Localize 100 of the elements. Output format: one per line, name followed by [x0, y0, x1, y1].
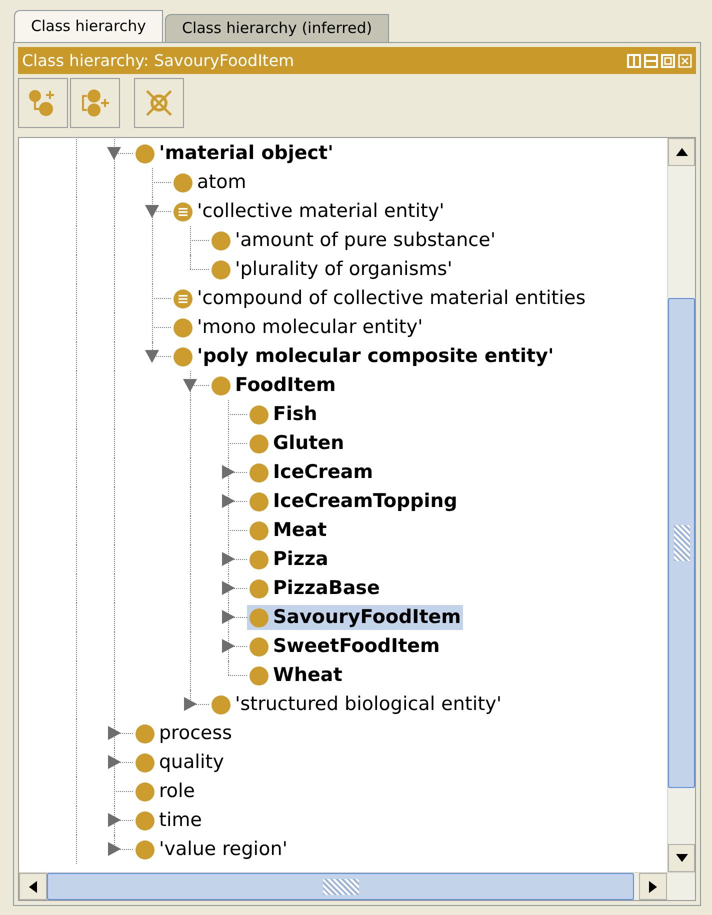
class-icon: [173, 172, 193, 192]
tree-item[interactable]: 'value region': [133, 837, 290, 862]
class-icon: [249, 636, 269, 656]
tree-item[interactable]: Fish: [247, 402, 320, 427]
class-icon: [249, 578, 269, 598]
collapse-triangle-icon[interactable]: [106, 145, 122, 161]
class-icon: [249, 608, 269, 628]
class-label: PizzaBase: [273, 579, 380, 598]
class-label: 'value region': [159, 840, 288, 859]
tree-item[interactable]: Meat: [247, 518, 329, 543]
tree-item[interactable]: quality: [133, 750, 226, 775]
expand-triangle-icon[interactable]: [220, 638, 236, 654]
tree-item[interactable]: role: [133, 779, 197, 804]
scroll-down-button[interactable]: [668, 844, 695, 872]
scroll-right-button[interactable]: [639, 873, 667, 900]
class-label: Wheat: [273, 666, 342, 685]
expand-triangle-icon[interactable]: [106, 812, 122, 828]
class-icon: [135, 782, 155, 802]
expand-triangle-icon[interactable]: [182, 696, 198, 712]
class-label: 'amount of pure substance': [235, 231, 496, 250]
tree-item[interactable]: 'mono molecular entity': [171, 315, 425, 340]
class-icon: [135, 752, 155, 772]
class-icon: [135, 840, 155, 860]
close-icon[interactable]: [678, 54, 692, 68]
tree-item[interactable]: 'amount of pure substance': [209, 228, 498, 253]
class-icon: [249, 492, 269, 512]
add-sibling-icon: [80, 88, 110, 118]
tree-item[interactable]: FoodItem: [209, 373, 338, 398]
class-icon: [135, 724, 155, 744]
tree-item[interactable]: PizzaBase: [247, 576, 382, 601]
expand-triangle-icon[interactable]: [220, 551, 236, 567]
class-label: FoodItem: [235, 376, 336, 395]
collapse-triangle-icon[interactable]: [144, 348, 160, 364]
tree-item[interactable]: SavouryFoodItem: [247, 605, 463, 630]
class-label: atom: [197, 173, 246, 192]
class-label: 'plurality of organisms': [235, 260, 452, 279]
panel-title: Class hierarchy: SavouryFoodItem: [22, 50, 296, 72]
left-arrow-icon: [29, 880, 37, 892]
split-view-icon[interactable]: [627, 54, 641, 68]
collapse-triangle-icon[interactable]: [144, 203, 160, 219]
expand-triangle-icon[interactable]: [106, 841, 122, 857]
expand-triangle-icon[interactable]: [106, 725, 122, 741]
tree-item[interactable]: SweetFoodItem: [247, 634, 442, 659]
class-icon: [211, 376, 231, 396]
scroll-thumb[interactable]: [47, 873, 634, 900]
class-label: role: [159, 782, 195, 801]
tree-item[interactable]: 'compound of collective material entities: [171, 286, 588, 311]
expand-triangle-icon[interactable]: [106, 754, 122, 770]
class-label: quality: [159, 753, 224, 772]
class-icon: [173, 346, 193, 366]
class-label: SavouryFoodItem: [273, 608, 461, 627]
delete-icon: [144, 88, 174, 118]
down-arrow-icon: [676, 854, 688, 862]
tree-item[interactable]: 'material object': [133, 141, 336, 166]
tab[interactable]: Class hierarchy (inferred): [164, 14, 390, 42]
tab[interactable]: Class hierarchy: [14, 10, 163, 42]
tree-item[interactable]: atom: [171, 170, 248, 195]
expand-triangle-icon[interactable]: [220, 580, 236, 596]
tree-item[interactable]: 'collective material entity': [171, 199, 446, 224]
collapse-triangle-icon[interactable]: [182, 377, 198, 393]
horizontal-scrollbar[interactable]: [19, 872, 695, 900]
tree-item[interactable]: IceCreamTopping: [247, 489, 460, 514]
tree-item[interactable]: process: [133, 721, 234, 746]
class-label: 'mono molecular entity': [197, 318, 423, 337]
class-label: process: [159, 724, 232, 743]
class-label: 'structured biological entity': [235, 695, 502, 714]
expand-triangle-icon[interactable]: [220, 609, 236, 625]
tree-item[interactable]: 'poly molecular composite entity': [171, 344, 556, 369]
class-icon: [211, 260, 231, 280]
scroll-thumb[interactable]: [668, 298, 695, 788]
right-arrow-icon: [649, 880, 657, 892]
class-label: IceCream: [273, 463, 374, 482]
tree-item[interactable]: time: [133, 808, 204, 833]
tree-item[interactable]: Pizza: [247, 547, 330, 572]
class-label: 'poly molecular composite entity': [197, 347, 554, 366]
class-icon: [249, 666, 269, 686]
tree-item[interactable]: 'plurality of organisms': [209, 257, 454, 282]
class-label: Meat: [273, 521, 327, 540]
scroll-up-button[interactable]: [668, 138, 695, 166]
class-icon: [249, 434, 269, 454]
class-label: 'collective material entity': [197, 202, 444, 221]
tree-item[interactable]: 'structured biological entity': [209, 692, 504, 717]
split-horizontal-icon[interactable]: [644, 54, 658, 68]
expand-triangle-icon[interactable]: [220, 464, 236, 480]
maximize-icon[interactable]: [661, 54, 675, 68]
tree-item[interactable]: Wheat: [247, 663, 344, 688]
expand-triangle-icon[interactable]: [220, 493, 236, 509]
class-icon: [211, 694, 231, 714]
class-label: 'compound of collective material entities: [197, 289, 586, 308]
tree-item[interactable]: IceCream: [247, 460, 376, 485]
tree-item[interactable]: Gluten: [247, 431, 346, 456]
vertical-scrollbar[interactable]: [667, 138, 695, 872]
class-label: time: [159, 811, 202, 830]
class-icon: [135, 144, 155, 164]
up-arrow-icon: [676, 148, 688, 156]
class-icon: [173, 318, 193, 338]
class-label: SweetFoodItem: [273, 637, 440, 656]
class-icon: [135, 810, 155, 830]
class-icon: [249, 520, 269, 540]
scroll-left-button[interactable]: [19, 873, 47, 900]
